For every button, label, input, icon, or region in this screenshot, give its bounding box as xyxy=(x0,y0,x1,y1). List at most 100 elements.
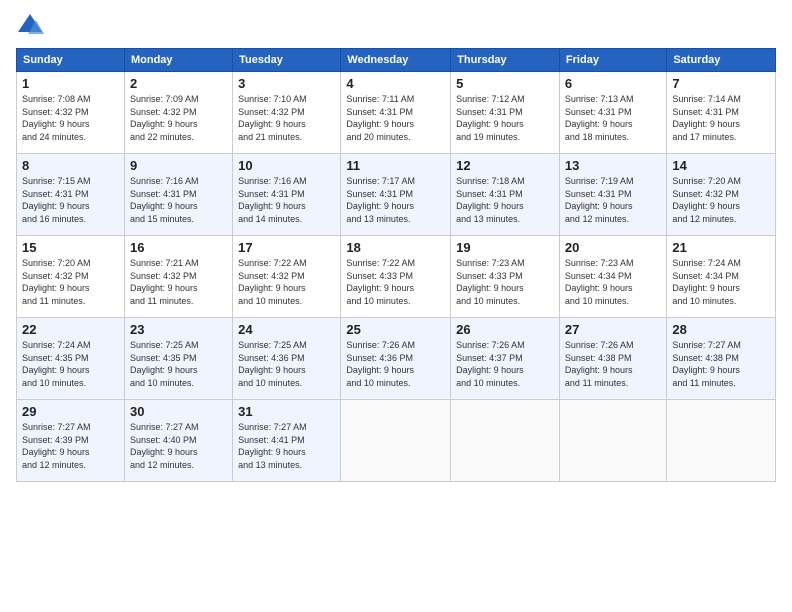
day-info: Sunrise: 7:21 AM Sunset: 4:32 PM Dayligh… xyxy=(130,258,199,306)
day-number: 9 xyxy=(130,158,227,173)
col-thursday: Thursday xyxy=(451,49,560,72)
day-cell: 4 Sunrise: 7:11 AM Sunset: 4:31 PM Dayli… xyxy=(341,72,451,154)
col-monday: Monday xyxy=(124,49,232,72)
day-info: Sunrise: 7:08 AM Sunset: 4:32 PM Dayligh… xyxy=(22,94,91,142)
day-number: 12 xyxy=(456,158,554,173)
day-cell: 15 Sunrise: 7:20 AM Sunset: 4:32 PM Dayl… xyxy=(17,236,125,318)
week-row-4: 22 Sunrise: 7:24 AM Sunset: 4:35 PM Dayl… xyxy=(17,318,776,400)
day-number: 10 xyxy=(238,158,335,173)
day-info: Sunrise: 7:25 AM Sunset: 4:35 PM Dayligh… xyxy=(130,340,199,388)
day-number: 30 xyxy=(130,404,227,419)
day-number: 21 xyxy=(672,240,770,255)
day-cell: 28 Sunrise: 7:27 AM Sunset: 4:38 PM Dayl… xyxy=(667,318,776,400)
day-number: 18 xyxy=(346,240,445,255)
day-number: 24 xyxy=(238,322,335,337)
day-cell: 6 Sunrise: 7:13 AM Sunset: 4:31 PM Dayli… xyxy=(559,72,666,154)
day-cell: 13 Sunrise: 7:19 AM Sunset: 4:31 PM Dayl… xyxy=(559,154,666,236)
day-number: 23 xyxy=(130,322,227,337)
day-number: 4 xyxy=(346,76,445,91)
day-cell: 16 Sunrise: 7:21 AM Sunset: 4:32 PM Dayl… xyxy=(124,236,232,318)
day-number: 2 xyxy=(130,76,227,91)
day-number: 27 xyxy=(565,322,661,337)
day-info: Sunrise: 7:14 AM Sunset: 4:31 PM Dayligh… xyxy=(672,94,741,142)
day-number: 14 xyxy=(672,158,770,173)
day-number: 20 xyxy=(565,240,661,255)
logo xyxy=(16,12,48,40)
logo-icon xyxy=(16,12,44,40)
day-cell xyxy=(341,400,451,482)
day-cell: 18 Sunrise: 7:22 AM Sunset: 4:33 PM Dayl… xyxy=(341,236,451,318)
day-info: Sunrise: 7:22 AM Sunset: 4:33 PM Dayligh… xyxy=(346,258,415,306)
day-cell: 30 Sunrise: 7:27 AM Sunset: 4:40 PM Dayl… xyxy=(124,400,232,482)
day-info: Sunrise: 7:10 AM Sunset: 4:32 PM Dayligh… xyxy=(238,94,307,142)
day-info: Sunrise: 7:27 AM Sunset: 4:40 PM Dayligh… xyxy=(130,422,199,470)
col-wednesday: Wednesday xyxy=(341,49,451,72)
day-info: Sunrise: 7:26 AM Sunset: 4:38 PM Dayligh… xyxy=(565,340,634,388)
day-cell: 7 Sunrise: 7:14 AM Sunset: 4:31 PM Dayli… xyxy=(667,72,776,154)
day-info: Sunrise: 7:24 AM Sunset: 4:34 PM Dayligh… xyxy=(672,258,741,306)
day-cell: 27 Sunrise: 7:26 AM Sunset: 4:38 PM Dayl… xyxy=(559,318,666,400)
day-info: Sunrise: 7:22 AM Sunset: 4:32 PM Dayligh… xyxy=(238,258,307,306)
day-number: 26 xyxy=(456,322,554,337)
day-cell: 12 Sunrise: 7:18 AM Sunset: 4:31 PM Dayl… xyxy=(451,154,560,236)
day-number: 1 xyxy=(22,76,119,91)
day-number: 22 xyxy=(22,322,119,337)
day-number: 11 xyxy=(346,158,445,173)
day-number: 28 xyxy=(672,322,770,337)
day-info: Sunrise: 7:26 AM Sunset: 4:36 PM Dayligh… xyxy=(346,340,415,388)
day-cell: 20 Sunrise: 7:23 AM Sunset: 4:34 PM Dayl… xyxy=(559,236,666,318)
day-info: Sunrise: 7:11 AM Sunset: 4:31 PM Dayligh… xyxy=(346,94,414,142)
day-cell: 21 Sunrise: 7:24 AM Sunset: 4:34 PM Dayl… xyxy=(667,236,776,318)
day-cell: 25 Sunrise: 7:26 AM Sunset: 4:36 PM Dayl… xyxy=(341,318,451,400)
day-info: Sunrise: 7:24 AM Sunset: 4:35 PM Dayligh… xyxy=(22,340,91,388)
day-cell: 11 Sunrise: 7:17 AM Sunset: 4:31 PM Dayl… xyxy=(341,154,451,236)
day-number: 13 xyxy=(565,158,661,173)
day-number: 17 xyxy=(238,240,335,255)
day-number: 15 xyxy=(22,240,119,255)
day-number: 5 xyxy=(456,76,554,91)
day-cell xyxy=(559,400,666,482)
day-info: Sunrise: 7:20 AM Sunset: 4:32 PM Dayligh… xyxy=(22,258,91,306)
day-info: Sunrise: 7:16 AM Sunset: 4:31 PM Dayligh… xyxy=(238,176,307,224)
day-info: Sunrise: 7:12 AM Sunset: 4:31 PM Dayligh… xyxy=(456,94,525,142)
day-info: Sunrise: 7:27 AM Sunset: 4:41 PM Dayligh… xyxy=(238,422,307,470)
day-info: Sunrise: 7:13 AM Sunset: 4:31 PM Dayligh… xyxy=(565,94,634,142)
day-info: Sunrise: 7:18 AM Sunset: 4:31 PM Dayligh… xyxy=(456,176,525,224)
week-row-2: 8 Sunrise: 7:15 AM Sunset: 4:31 PM Dayli… xyxy=(17,154,776,236)
day-cell: 10 Sunrise: 7:16 AM Sunset: 4:31 PM Dayl… xyxy=(233,154,341,236)
day-cell: 9 Sunrise: 7:16 AM Sunset: 4:31 PM Dayli… xyxy=(124,154,232,236)
day-info: Sunrise: 7:23 AM Sunset: 4:33 PM Dayligh… xyxy=(456,258,525,306)
day-number: 29 xyxy=(22,404,119,419)
day-info: Sunrise: 7:25 AM Sunset: 4:36 PM Dayligh… xyxy=(238,340,307,388)
day-cell: 2 Sunrise: 7:09 AM Sunset: 4:32 PM Dayli… xyxy=(124,72,232,154)
day-number: 16 xyxy=(130,240,227,255)
day-number: 8 xyxy=(22,158,119,173)
day-cell: 29 Sunrise: 7:27 AM Sunset: 4:39 PM Dayl… xyxy=(17,400,125,482)
day-number: 19 xyxy=(456,240,554,255)
day-cell xyxy=(667,400,776,482)
week-row-3: 15 Sunrise: 7:20 AM Sunset: 4:32 PM Dayl… xyxy=(17,236,776,318)
week-row-1: 1 Sunrise: 7:08 AM Sunset: 4:32 PM Dayli… xyxy=(17,72,776,154)
col-sunday: Sunday xyxy=(17,49,125,72)
day-info: Sunrise: 7:23 AM Sunset: 4:34 PM Dayligh… xyxy=(565,258,634,306)
day-cell: 23 Sunrise: 7:25 AM Sunset: 4:35 PM Dayl… xyxy=(124,318,232,400)
day-cell: 31 Sunrise: 7:27 AM Sunset: 4:41 PM Dayl… xyxy=(233,400,341,482)
day-cell xyxy=(451,400,560,482)
day-cell: 3 Sunrise: 7:10 AM Sunset: 4:32 PM Dayli… xyxy=(233,72,341,154)
col-tuesday: Tuesday xyxy=(233,49,341,72)
week-row-5: 29 Sunrise: 7:27 AM Sunset: 4:39 PM Dayl… xyxy=(17,400,776,482)
day-cell: 24 Sunrise: 7:25 AM Sunset: 4:36 PM Dayl… xyxy=(233,318,341,400)
day-info: Sunrise: 7:20 AM Sunset: 4:32 PM Dayligh… xyxy=(672,176,741,224)
day-info: Sunrise: 7:26 AM Sunset: 4:37 PM Dayligh… xyxy=(456,340,525,388)
day-cell: 22 Sunrise: 7:24 AM Sunset: 4:35 PM Dayl… xyxy=(17,318,125,400)
day-cell: 1 Sunrise: 7:08 AM Sunset: 4:32 PM Dayli… xyxy=(17,72,125,154)
day-cell: 17 Sunrise: 7:22 AM Sunset: 4:32 PM Dayl… xyxy=(233,236,341,318)
header xyxy=(16,12,776,40)
day-number: 7 xyxy=(672,76,770,91)
day-info: Sunrise: 7:09 AM Sunset: 4:32 PM Dayligh… xyxy=(130,94,199,142)
day-number: 3 xyxy=(238,76,335,91)
day-info: Sunrise: 7:17 AM Sunset: 4:31 PM Dayligh… xyxy=(346,176,415,224)
day-cell: 5 Sunrise: 7:12 AM Sunset: 4:31 PM Dayli… xyxy=(451,72,560,154)
day-info: Sunrise: 7:16 AM Sunset: 4:31 PM Dayligh… xyxy=(130,176,199,224)
day-number: 25 xyxy=(346,322,445,337)
